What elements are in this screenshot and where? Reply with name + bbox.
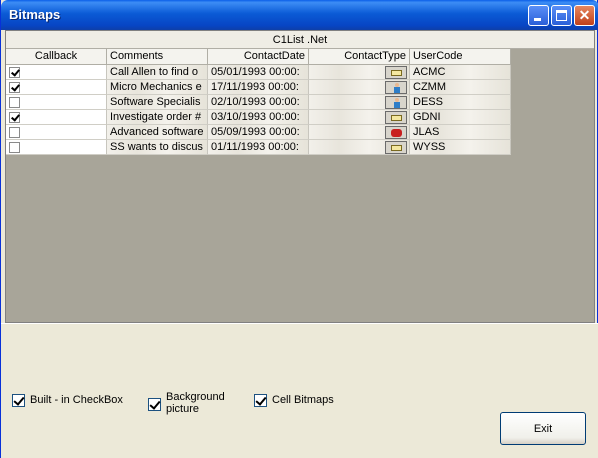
grid-caption: C1List .Net (6, 31, 594, 49)
callback-checkbox[interactable] (9, 82, 20, 93)
callback-cell[interactable] (6, 65, 107, 80)
header-usercode[interactable]: UserCode (410, 49, 511, 65)
builtin-checkbox-label[interactable]: Built - in CheckBox (30, 394, 123, 407)
contacttype-cell[interactable] (309, 110, 410, 125)
table-row[interactable]: Call Allen to find o 05/01/1993 00:00: A… (6, 65, 511, 80)
table-row[interactable]: SS wants to discus 01/11/1993 00:00: WYS… (6, 140, 511, 155)
contactdate-cell[interactable]: 05/09/1993 00:00: (208, 125, 309, 140)
comments-cell[interactable]: Investigate order # (107, 110, 208, 125)
usercode-cell[interactable]: JLAS (410, 125, 511, 140)
grid-rows: Call Allen to find o 05/01/1993 00:00: A… (6, 65, 511, 155)
table-row[interactable]: Advanced software 05/09/1993 00:00: JLAS (6, 125, 511, 140)
close-icon: ✕ (578, 7, 591, 23)
usercode-cell[interactable]: ACMC (410, 65, 511, 80)
background-picture-label[interactable]: Background picture (166, 391, 236, 415)
contactdate-cell[interactable]: 17/11/1993 00:00: (208, 80, 309, 95)
builtin-checkbox-option[interactable]: Built - in CheckBox (12, 394, 123, 407)
person-icon (385, 81, 407, 94)
comments-cell[interactable]: Call Allen to find o (107, 65, 208, 80)
callback-checkbox[interactable] (9, 142, 20, 153)
minimize-button[interactable] (528, 5, 549, 26)
callback-checkbox[interactable] (9, 127, 20, 138)
grid-header-row: Callback Comments ContactDate ContactTyp… (6, 49, 511, 65)
background-picture-checkbox[interactable] (148, 398, 161, 411)
telephone-icon (385, 126, 407, 139)
callback-cell[interactable] (6, 140, 107, 155)
person-icon (385, 96, 407, 109)
header-contactdate[interactable]: ContactDate (208, 49, 309, 65)
callback-checkbox[interactable] (9, 97, 20, 108)
cell-bitmaps-option[interactable]: Cell Bitmaps (254, 394, 334, 407)
minimize-icon (534, 18, 541, 21)
header-contacttype[interactable]: ContactType (309, 49, 410, 65)
contacttype-cell[interactable] (309, 140, 410, 155)
contacttype-cell[interactable] (309, 125, 410, 140)
usercode-cell[interactable]: GDNI (410, 110, 511, 125)
comments-cell[interactable]: SS wants to discus (107, 140, 208, 155)
callback-cell[interactable] (6, 80, 107, 95)
usercode-cell[interactable]: DESS (410, 95, 511, 110)
table-row[interactable]: Micro Mechanics e 17/11/1993 00:00: CZMM (6, 80, 511, 95)
envelope-icon (385, 141, 407, 154)
callback-cell[interactable] (6, 125, 107, 140)
maximize-icon (556, 10, 567, 21)
contacttype-cell[interactable] (309, 65, 410, 80)
cell-bitmaps-checkbox[interactable] (254, 394, 267, 407)
window-title: Bitmaps (9, 7, 61, 22)
contactdate-cell[interactable]: 03/10/1993 00:00: (208, 110, 309, 125)
cell-bitmaps-label[interactable]: Cell Bitmaps (272, 394, 334, 407)
envelope-icon (385, 111, 407, 124)
envelope-icon (385, 66, 407, 79)
table-row[interactable]: Investigate order # 03/10/1993 00:00: GD… (6, 110, 511, 125)
table-row[interactable]: Software Specialis 02/10/1993 00:00: DES… (6, 95, 511, 110)
callback-cell[interactable] (6, 95, 107, 110)
contactdate-cell[interactable]: 02/10/1993 00:00: (208, 95, 309, 110)
callback-checkbox[interactable] (9, 67, 20, 78)
main-window: Bitmaps ✕ C1List .Net Callback Comments … (0, 0, 598, 458)
contactdate-cell[interactable]: 01/11/1993 00:00: (208, 140, 309, 155)
callback-cell[interactable] (6, 110, 107, 125)
header-comments[interactable]: Comments (107, 49, 208, 65)
contacttype-cell[interactable] (309, 80, 410, 95)
contacttype-cell[interactable] (309, 95, 410, 110)
c1list-grid[interactable]: C1List .Net Callback Comments ContactDat… (5, 30, 595, 323)
usercode-cell[interactable]: CZMM (410, 80, 511, 95)
comments-cell[interactable]: Software Specialis (107, 95, 208, 110)
header-callback[interactable]: Callback (6, 49, 107, 65)
comments-cell[interactable]: Advanced software (107, 125, 208, 140)
background-picture-option[interactable]: Background picture (148, 391, 236, 415)
usercode-cell[interactable]: WYSS (410, 140, 511, 155)
maximize-button[interactable] (551, 5, 572, 26)
contactdate-cell[interactable]: 05/01/1993 00:00: (208, 65, 309, 80)
comments-cell[interactable]: Micro Mechanics e (107, 80, 208, 95)
builtin-checkbox[interactable] (12, 394, 25, 407)
close-button[interactable]: ✕ (574, 5, 595, 26)
exit-button[interactable]: Exit (500, 412, 586, 445)
title-bar[interactable]: Bitmaps ✕ (1, 0, 598, 30)
callback-checkbox[interactable] (9, 112, 20, 123)
